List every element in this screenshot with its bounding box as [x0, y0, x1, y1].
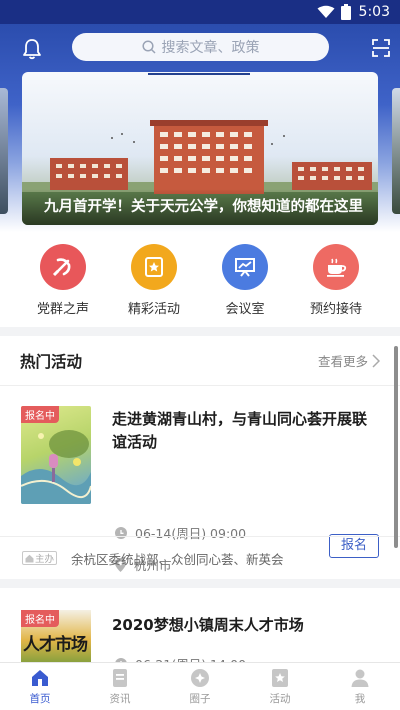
quick-entry-label: 党群之声	[36, 302, 89, 317]
quick-entry-panel: 党群之声 精彩活动 会议室 预约接待	[0, 232, 400, 327]
activity-card[interactable]: 报名中 人才市场 2020梦想小镇周末人才市场 06-21(周日) 14:00	[0, 588, 400, 668]
quick-entry-party-voice[interactable]: 党群之声	[28, 244, 98, 317]
quick-entry-label: 精彩活动	[127, 302, 180, 317]
signup-open-tag: 报名中	[21, 406, 59, 423]
nav-activity[interactable]: 活动	[240, 663, 320, 710]
activity-thumbnail: 报名中	[21, 406, 91, 504]
news-icon	[113, 669, 127, 687]
circle-plus-icon	[191, 669, 209, 687]
thumbnail-text: 人才市场	[23, 635, 88, 655]
section-title: 热门活动	[20, 352, 83, 371]
quick-entry-activities[interactable]: 精彩活动	[119, 244, 189, 317]
battery-icon	[340, 4, 351, 20]
search-icon	[141, 40, 156, 54]
wifi-icon	[317, 5, 335, 18]
activity-thumbnail: 报名中 人才市场	[21, 610, 91, 668]
user-icon	[351, 669, 369, 687]
bottom-navigation: 首页 资讯 圈子 活动 我	[0, 662, 400, 710]
quick-entry-meeting-room[interactable]: 会议室	[210, 244, 280, 317]
activity-card[interactable]: 报名中 走进黄湖青山村，与青山同心荟开展联谊活动 06-14(周日) 09:00…	[0, 386, 400, 573]
nav-me[interactable]: 我	[320, 663, 400, 710]
activity-title: 2020梦想小镇周末人才市场	[112, 616, 304, 634]
party-emblem-icon	[40, 244, 86, 290]
home-small-icon	[25, 554, 34, 562]
nav-label: 活动	[269, 693, 291, 705]
signup-open-tag: 报名中	[21, 610, 59, 627]
banner-slide[interactable]: 九月首开学！关于天元公学，你想知道的都在这里	[22, 72, 378, 225]
search-placeholder: 搜索文章、政策	[161, 40, 260, 56]
status-bar: 5:03	[0, 0, 400, 24]
nav-home[interactable]: 首页	[0, 663, 80, 710]
scan-icon[interactable]	[372, 39, 390, 57]
quick-entry-label: 会议室	[225, 302, 265, 317]
nav-news[interactable]: 资讯	[80, 663, 160, 710]
quick-entry-label: 预约接待	[309, 302, 362, 317]
status-time: 5:03	[358, 4, 390, 20]
organizer-row: 主办 余杭区委统战部、众创同心荟、新英会	[0, 536, 400, 579]
quick-entry-reception[interactable]: 预约接待	[301, 244, 371, 317]
banner-prev-peek[interactable]	[0, 88, 8, 214]
home-icon	[32, 670, 48, 686]
activity-title: 走进黄湖青山村，与青山同心荟开展联谊活动	[112, 410, 368, 451]
bell-icon[interactable]	[21, 38, 43, 60]
nav-label: 我	[354, 693, 366, 705]
activity-star-icon	[272, 669, 288, 687]
hot-activity-section: 热门活动 查看更多 报名中 走进黄湖青山村，与青山同心荟开展联谊活动 06-14…	[0, 336, 400, 579]
view-more-label: 查看更多	[317, 354, 368, 369]
section-header: 热门活动 查看更多	[0, 336, 400, 386]
nav-circle[interactable]: 圈子	[160, 663, 240, 710]
banner-next-peek[interactable]	[392, 88, 400, 214]
search-input[interactable]: 搜索文章、政策	[72, 33, 329, 61]
organizer-names: 余杭区委统战部、众创同心荟、新英会	[71, 551, 284, 567]
banner-caption: 九月首开学！关于天元公学，你想知道的都在这里	[22, 189, 378, 225]
coffee-cup-icon	[313, 244, 359, 290]
view-more-link[interactable]: 查看更多	[318, 351, 380, 370]
nav-label: 圈子	[189, 693, 211, 705]
organizer-badge: 主办	[22, 551, 58, 565]
organizer-badge-label: 主办	[35, 554, 55, 565]
top-header: 搜索文章、政策	[0, 24, 400, 72]
nav-label: 首页	[29, 693, 51, 705]
scrollbar[interactable]	[394, 346, 398, 548]
nav-label: 资讯	[109, 693, 131, 705]
carousel-indicator	[148, 73, 250, 75]
star-badge-icon	[131, 244, 177, 290]
chevron-right-icon	[372, 353, 380, 368]
presentation-board-icon	[222, 244, 268, 290]
